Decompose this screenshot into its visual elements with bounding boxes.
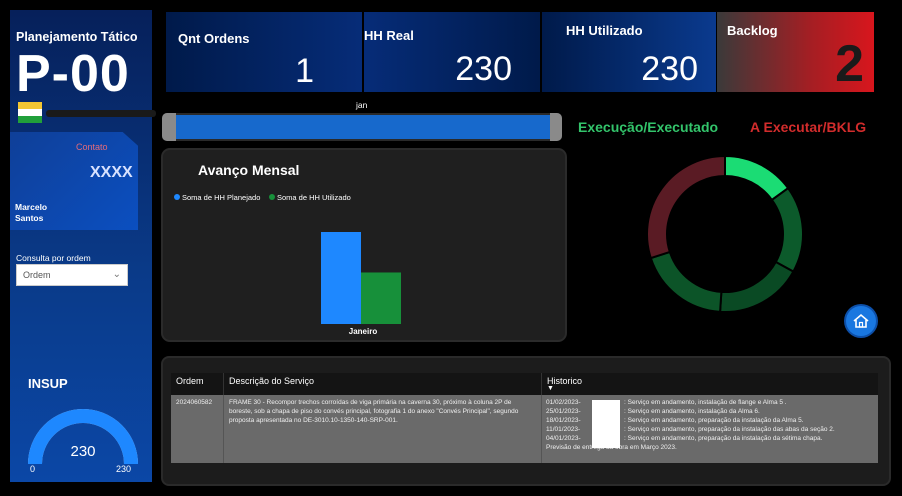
contact-name: Marcelo Santos [15, 202, 47, 224]
donut-slice[interactable] [770, 186, 804, 273]
historico-text: : Serviço em andamento, preparação da in… [624, 435, 823, 442]
gauge-title: INSUP [28, 376, 68, 391]
historico-date: 11/01/2023- [546, 426, 581, 433]
donut-label-backlog: A Executar/BKLG [750, 119, 867, 135]
donut-slice[interactable] [724, 155, 790, 202]
gauge-value: 230 [70, 443, 95, 460]
kpi-value: 230 [641, 50, 698, 88]
column-header-historico[interactable]: Historico ▼ [541, 373, 878, 395]
bar-hh-utilizado[interactable] [361, 272, 401, 324]
ordem-select-placeholder: Ordem [23, 270, 51, 280]
historico-text: : Serviço em andamento, instalação de fl… [624, 399, 787, 406]
plan-code: P-00 [16, 45, 130, 103]
donut-slice[interactable] [719, 260, 795, 313]
cell-descricao[interactable]: FRAME 30 - Recompor trechos corroídas de… [224, 395, 542, 463]
ordem-select[interactable]: Ordem ⌄ [16, 264, 128, 286]
plan-title: Planejamento Tático [16, 30, 138, 44]
legend-dot [174, 194, 180, 200]
contact-name-line1: Marcelo [15, 202, 48, 212]
historico-date: 04/01/2023- [546, 435, 581, 442]
kpi-value: 230 [455, 50, 512, 88]
cell-ordem[interactable]: 2024060582 [171, 395, 224, 463]
redacted-bar [46, 110, 156, 117]
gauge-max: 230 [116, 464, 132, 474]
donut-slice[interactable] [649, 250, 723, 313]
home-button[interactable] [846, 306, 876, 336]
historico-text: : Serviço em andamento, instalação da Al… [624, 408, 760, 415]
historico-text: : Serviço em andamento, preparação da in… [624, 426, 835, 433]
donut-label-executed: Execução/Executado [578, 119, 719, 135]
month-slider-handle-start[interactable] [162, 113, 176, 141]
insup-gauge: 230 [28, 409, 138, 465]
historico-text: : Serviço em andamento, preparação da in… [624, 417, 804, 424]
month-slider-fill [176, 115, 550, 139]
kpi-value: 2 [835, 35, 864, 93]
donut-chart [646, 155, 804, 313]
legend-dot [269, 194, 275, 200]
chevron-down-icon: ⌄ [112, 269, 121, 280]
category-label: Janeiro [349, 327, 378, 336]
historico-date: 18/01/2023- [546, 417, 581, 424]
sort-desc-icon: ▼ [547, 385, 554, 392]
kpi-card-hh-real: HH Real 230 [364, 12, 540, 92]
historico-date: 01/02/2023- [546, 399, 581, 406]
kpi-card-qnt-ordens: Qnt Ordens 1 [166, 12, 362, 92]
legend-item-utilizado: Soma de HH Utilizado [269, 193, 351, 202]
contact-name-line2: Santos [15, 213, 44, 223]
contact-value: XXXX [90, 164, 133, 181]
kpi-title: HH Utilizado [566, 23, 643, 38]
kpi-value: 1 [295, 52, 314, 90]
contact-label: Contato [76, 142, 108, 152]
kpi-card-hh-utilizado: HH Utilizado 230 [542, 12, 716, 92]
kpi-card-backlog: Backlog 2 [717, 12, 874, 93]
donut-slice[interactable] [646, 155, 726, 260]
column-header-ordem[interactable]: Ordem [171, 373, 223, 395]
bar-chart: Janeiro [321, 232, 401, 336]
home-icon [853, 313, 869, 328]
legend-item-planejado: Soma de HH Planejado [174, 193, 260, 202]
month-slider-handle-end[interactable] [550, 113, 562, 141]
kpi-title: HH Real [364, 28, 414, 43]
redacted-block [592, 400, 620, 448]
left-sidebar: Planejamento Tático P-00 Contato XXXX Ma… [10, 10, 156, 482]
legend-label: Soma de HH Utilizado [277, 193, 351, 202]
gauge-min: 0 [30, 464, 36, 474]
chart-title: Avanço Mensal [198, 162, 300, 178]
historico-date: 25/01/2023- [546, 408, 581, 415]
column-header-descricao[interactable]: Descrição do Serviço [223, 373, 541, 395]
kpi-title: Backlog [727, 23, 778, 38]
month-label: jan [356, 100, 368, 110]
consulta-label: Consulta por ordem [16, 253, 91, 263]
legend-label: Soma de HH Planejado [182, 193, 261, 202]
kpi-title: Qnt Ordens [178, 31, 250, 46]
bar-hh-planejado[interactable] [321, 232, 361, 324]
service-table: Ordem Descrição do Serviço Historico ▼ 2… [171, 373, 878, 463]
flag-icon [18, 102, 42, 128]
